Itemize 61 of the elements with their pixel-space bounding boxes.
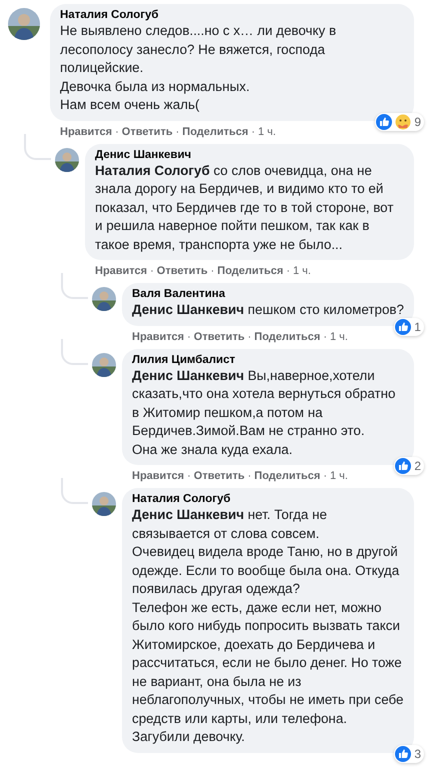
action-link[interactable]: Нравится xyxy=(132,470,184,482)
separator-dot: · xyxy=(187,330,191,342)
like-icon xyxy=(395,458,412,474)
comment-text: Денис Шанкевич Вы,наверное,хотели сказать,что она хотела вернуться обратно в Житомир пешком,а потом на Бердичев.Зимой.Вам не странно это. xyxy=(132,366,396,440)
reaction-count[interactable]: 1 xyxy=(394,318,424,336)
action-link[interactable]: Ответить xyxy=(122,126,173,138)
comment-text: Девочка была из нормальных. xyxy=(60,78,251,96)
timestamp: 1 ч. xyxy=(292,265,311,277)
separator-dot: · xyxy=(323,470,327,482)
like-icon xyxy=(376,114,392,130)
author-name[interactable]: Наталия Сологуб xyxy=(132,493,404,505)
action-link[interactable]: Ответить xyxy=(194,330,245,342)
action-link[interactable]: Поделиться xyxy=(182,126,248,138)
thread-line xyxy=(61,273,88,299)
action-link[interactable]: Ответить xyxy=(156,265,208,277)
separator-dot: · xyxy=(150,265,154,277)
comment-text: Не выявлено следов....но с х… ли девочку в лесополосу занесло? Не вяжется, господа полицейские. xyxy=(60,22,338,77)
separator-dot: · xyxy=(187,470,191,482)
action-link[interactable]: Поделиться xyxy=(254,470,320,482)
comment-text: Телефон же есть, даже если нет, можно было кого нибудь попросить вызвать такси Житомирское, доехать до Бердичева и рассчитаться, если не было денег. Но тоже не вариант, она была не из неблагополучных, чтобы не иметь при себе средств или карты, или телефона. xyxy=(132,598,404,728)
action-link[interactable]: Нравится xyxy=(60,126,112,138)
action-link[interactable]: Ответить xyxy=(194,470,245,482)
action-link[interactable]: Поделиться xyxy=(217,265,284,277)
separator-dot: · xyxy=(248,330,252,342)
separator-dot: · xyxy=(176,126,180,138)
reaction-number: 9 xyxy=(414,114,421,128)
action-link[interactable]: Поделиться xyxy=(254,330,320,342)
comment-text: Очевидец видела вроде Таню, но в другой одежде. Если то вообще была она. Откуда появилась другая одежда? xyxy=(132,543,400,598)
thread-line xyxy=(61,478,88,504)
thread-line xyxy=(61,338,88,364)
thread-line xyxy=(24,134,51,160)
like-icon xyxy=(395,318,412,334)
timestamp: 1 ч. xyxy=(330,470,348,482)
action-link[interactable]: Нравится xyxy=(95,265,148,277)
separator-dot: · xyxy=(251,126,255,138)
separator-dot: · xyxy=(323,330,327,342)
comment-text: Наталия Сологуб со слов очевидца, она не знала дорогу на Бердичев, и видимо кто то ей показал, что Бердичев где то в той стороне, вот и решила наверное пойти пешком, так как в такое время, транспорта уже не было... xyxy=(95,162,394,254)
hugging-emoji-icon xyxy=(395,114,412,130)
reaction-count[interactable]: 3 xyxy=(394,744,424,762)
timestamp: 1 ч. xyxy=(330,330,348,342)
author-name[interactable]: Лилия Цимбалист xyxy=(132,354,404,366)
comment-text: Денис Шанкевич пешком сто километров? xyxy=(132,301,404,319)
reaction-number: 3 xyxy=(414,746,421,760)
comment-text: Загубили девочку. xyxy=(132,728,246,746)
reaction-number: 2 xyxy=(414,459,421,473)
reaction-count[interactable]: 2 xyxy=(394,457,424,475)
reaction-number: 1 xyxy=(414,320,421,334)
action-link[interactable]: Нравится xyxy=(132,330,184,342)
author-name[interactable]: Наталия Сологуб xyxy=(60,9,404,21)
author-name[interactable]: Валя Валентина xyxy=(132,288,404,300)
comment-text: Нам всем очень жаль( xyxy=(60,96,200,114)
timestamp: 1 ч. xyxy=(258,126,276,138)
separator-dot: · xyxy=(286,265,290,277)
author-name[interactable]: Денис Шанкевич xyxy=(95,148,404,160)
separator-dot: · xyxy=(210,265,214,277)
reaction-count[interactable]: 9 xyxy=(375,112,424,130)
comment-text: Денис Шанкевич нет. Тогда не связывается от слова совсем. xyxy=(132,506,328,542)
comment-text: Она же знала куда ехала. xyxy=(132,440,294,459)
separator-dot: · xyxy=(115,126,119,138)
like-icon xyxy=(395,746,412,762)
separator-dot: · xyxy=(248,470,252,482)
